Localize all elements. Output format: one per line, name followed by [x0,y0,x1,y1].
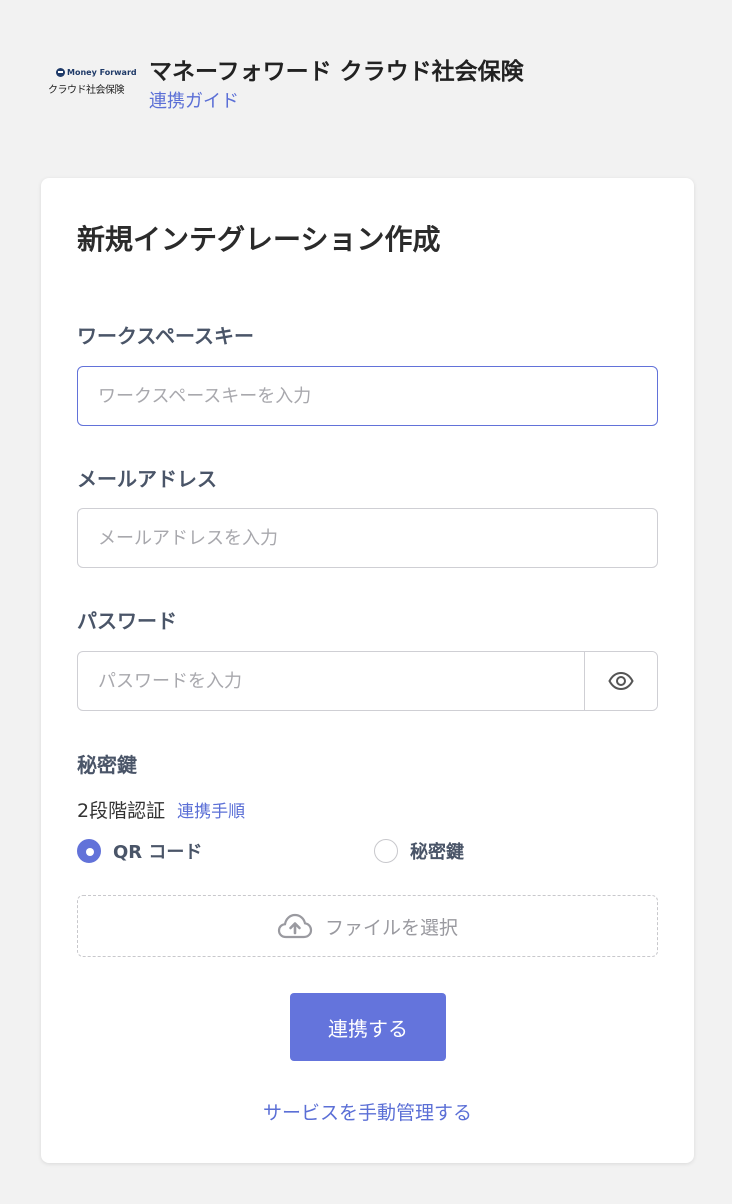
two-factor-row: 2段階認証 連携手順 [77,796,245,823]
radio-secret-key-indicator[interactable] [374,839,398,863]
cloud-upload-icon [277,913,313,939]
radio-qr-code-indicator[interactable] [77,839,101,863]
email-input[interactable] [77,508,658,568]
manual-manage-link[interactable]: サービスを手動管理する [41,1098,694,1125]
password-input[interactable] [78,652,585,710]
radio-secret-key-label: 秘密鍵 [410,842,464,863]
app-header: Money Forward クラウド社会保険 マネーフォワード クラウド社会保険… [0,0,732,140]
toggle-password-visibility-button[interactable] [584,652,657,710]
setup-steps-link[interactable]: 連携手順 [177,797,245,822]
two-factor-label: 2段階認証 [77,800,166,822]
file-upload-label: ファイルを選択 [324,916,458,939]
guide-link[interactable]: 連携ガイド [149,87,239,113]
secret-key-label: 秘密鍵 [77,753,137,777]
file-upload-dropzone[interactable]: ファイルを選択 [77,895,658,957]
workspace-key-input[interactable] [77,366,658,426]
logo-product-text: クラウド社会保険 [48,85,125,96]
app-logo: Money Forward クラウド社会保険 [48,68,137,98]
radio-qr-code-label: QR コード [113,842,203,863]
workspace-key-label: ワークスペースキー [77,324,254,348]
form-title: 新規インテグレーション作成 [77,223,441,256]
radio-qr-code[interactable]: QR コード [77,838,202,864]
password-field [77,651,658,711]
radio-secret-key[interactable]: 秘密鍵 [374,838,464,864]
email-label: メールアドレス [77,467,217,491]
logo-brand-text: Money Forward [67,68,137,77]
eye-icon [608,672,634,690]
money-forward-logo-icon [56,68,65,77]
app-title: マネーフォワード クラウド社会保険 [149,59,524,85]
integration-form-card: 新規インテグレーション作成 ワークスペースキー メールアドレス パスワード 秘密… [41,178,694,1163]
logo-brand: Money Forward [56,68,137,77]
password-label: パスワード [77,609,177,633]
connect-button[interactable]: 連携する [290,993,446,1061]
